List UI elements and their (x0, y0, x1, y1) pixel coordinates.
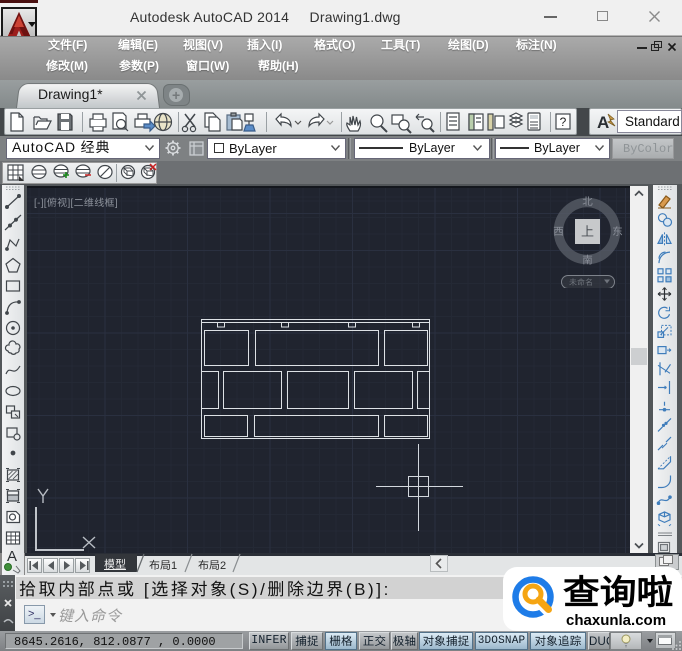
svg-text:A: A (597, 113, 609, 132)
svg-text:未命名: 未命名 (569, 277, 593, 288)
svg-text:北: 北 (582, 194, 593, 209)
svg-text:上: 上 (581, 221, 594, 240)
svg-text:南: 南 (582, 253, 593, 268)
svg-text:东: 东 (612, 224, 623, 239)
svg-text:?: ? (560, 115, 567, 129)
svg-text:西: 西 (553, 224, 564, 239)
